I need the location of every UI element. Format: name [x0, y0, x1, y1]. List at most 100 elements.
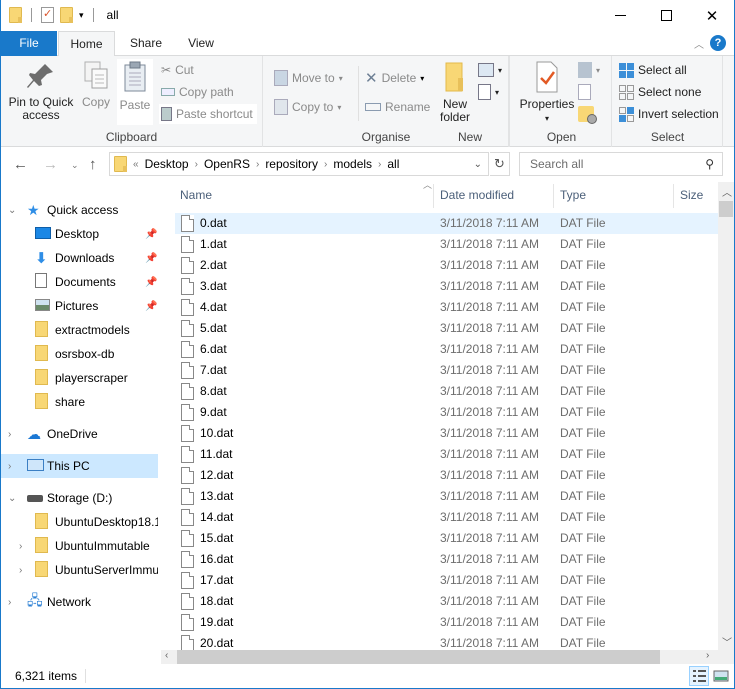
- tab-home[interactable]: Home: [58, 31, 115, 57]
- new-folder-button[interactable]: New folder: [435, 60, 475, 124]
- invert-selection-button[interactable]: Invert selection: [619, 104, 719, 124]
- sidebar-item-this-pc[interactable]: › This PC: [1, 454, 158, 478]
- file-row[interactable]: 17.dat 3/11/2018 7:11 AM DAT File: [175, 570, 718, 591]
- sidebar-item-share[interactable]: share: [1, 390, 158, 414]
- file-row[interactable]: 1.dat 3/11/2018 7:11 AM DAT File: [175, 234, 718, 255]
- chevron-down-icon[interactable]: ⌄: [8, 205, 16, 216]
- tab-file[interactable]: File: [1, 31, 57, 56]
- file-row[interactable]: 18.dat 3/11/2018 7:11 AM DAT File: [175, 591, 718, 612]
- file-row[interactable]: 6.dat 3/11/2018 7:11 AM DAT File: [175, 339, 718, 360]
- breadcrumb-openrs[interactable]: OpenRS: [204, 157, 250, 171]
- select-all-button[interactable]: Select all: [619, 60, 687, 80]
- recent-locations-button[interactable]: ⌄: [71, 160, 79, 171]
- sidebar-item-osrsbox-db[interactable]: osrsbox-db: [1, 342, 158, 366]
- pin-to-quick-access-button[interactable]: Pin to Quick access: [5, 60, 77, 122]
- customize-toolbar-dropdown[interactable]: ▾: [79, 10, 84, 21]
- collapse-ribbon-icon[interactable]: ︿: [694, 36, 704, 51]
- file-row[interactable]: 11.dat 3/11/2018 7:11 AM DAT File: [175, 444, 718, 465]
- horizontal-scroll-thumb[interactable]: [177, 650, 660, 664]
- chevron-right-icon[interactable]: ›: [8, 597, 11, 608]
- address-history-dropdown[interactable]: ⌄: [474, 159, 482, 170]
- sidebar-item-pictures[interactable]: Pictures 📌: [1, 294, 158, 318]
- chevron-right-icon[interactable]: ›: [324, 159, 327, 170]
- minimize-button[interactable]: [597, 0, 643, 31]
- file-row[interactable]: 3.dat 3/11/2018 7:11 AM DAT File: [175, 276, 718, 297]
- column-header-date-modified[interactable]: Date modified: [433, 182, 553, 208]
- cut-button[interactable]: ✂ Cut: [161, 60, 194, 80]
- chevron-right-icon[interactable]: ›: [19, 541, 22, 552]
- sidebar-item-ubuntuimmutable[interactable]: › UbuntuImmutable: [1, 534, 158, 558]
- scroll-right-icon[interactable]: ›: [706, 650, 709, 661]
- file-row[interactable]: 10.dat 3/11/2018 7:11 AM DAT File: [175, 423, 718, 444]
- copy-to-button[interactable]: Copy to ▾: [274, 97, 341, 117]
- column-header-type[interactable]: Type: [553, 182, 673, 208]
- open-button[interactable]: ▾: [578, 60, 600, 80]
- vertical-scrollbar[interactable]: ︿ ﹀: [718, 182, 734, 650]
- file-row[interactable]: 9.dat 3/11/2018 7:11 AM DAT File: [175, 402, 718, 423]
- edit-button[interactable]: [578, 82, 591, 102]
- history-button[interactable]: [578, 104, 597, 124]
- rename-button[interactable]: Rename: [365, 97, 430, 117]
- sidebar-item-downloads[interactable]: ⬇ Downloads 📌: [1, 246, 158, 270]
- delete-button[interactable]: ✕ Delete ▾: [365, 68, 424, 88]
- file-row[interactable]: 4.dat 3/11/2018 7:11 AM DAT File: [175, 297, 718, 318]
- file-row[interactable]: 7.dat 3/11/2018 7:11 AM DAT File: [175, 360, 718, 381]
- tab-view[interactable]: View: [179, 31, 223, 56]
- up-button[interactable]: ↑: [89, 156, 97, 173]
- file-row[interactable]: 13.dat 3/11/2018 7:11 AM DAT File: [175, 486, 718, 507]
- chevron-right-icon[interactable]: ›: [8, 429, 11, 440]
- chevron-right-icon[interactable]: ›: [256, 159, 259, 170]
- file-row[interactable]: 5.dat 3/11/2018 7:11 AM DAT File: [175, 318, 718, 339]
- breadcrumb-all[interactable]: all: [387, 157, 399, 171]
- help-icon[interactable]: ?: [710, 35, 726, 51]
- breadcrumb-repository[interactable]: repository: [265, 157, 318, 171]
- scroll-down-icon[interactable]: ﹀: [722, 634, 732, 649]
- address-bar[interactable]: « Desktop › OpenRS › repository › models…: [109, 152, 489, 176]
- overflow-chevron[interactable]: «: [133, 159, 139, 170]
- vertical-scroll-thumb[interactable]: [719, 201, 733, 217]
- easy-access-button[interactable]: ▾: [478, 82, 499, 102]
- file-row[interactable]: 2.dat 3/11/2018 7:11 AM DAT File: [175, 255, 718, 276]
- sidebar-item-desktop[interactable]: Desktop 📌: [1, 222, 158, 246]
- new-item-button[interactable]: ▾: [478, 60, 502, 80]
- column-header-size[interactable]: Size: [673, 182, 718, 208]
- file-row[interactable]: 8.dat 3/11/2018 7:11 AM DAT File: [175, 381, 718, 402]
- properties-icon[interactable]: [41, 7, 54, 23]
- sidebar-item-extractmodels[interactable]: extractmodels: [1, 318, 158, 342]
- file-row[interactable]: 19.dat 3/11/2018 7:11 AM DAT File: [175, 612, 718, 633]
- close-button[interactable]: ✕: [689, 0, 735, 31]
- select-none-button[interactable]: Select none: [619, 82, 701, 102]
- file-row[interactable]: 0.dat 3/11/2018 7:11 AM DAT File: [175, 213, 718, 234]
- back-button[interactable]: ←: [13, 156, 28, 173]
- file-row[interactable]: 12.dat 3/11/2018 7:11 AM DAT File: [175, 465, 718, 486]
- file-row[interactable]: 16.dat 3/11/2018 7:11 AM DAT File: [175, 549, 718, 570]
- chevron-right-icon[interactable]: ›: [378, 159, 381, 170]
- sidebar-item-ubuntuserverimmu[interactable]: › UbuntuServerImmu: [1, 558, 158, 582]
- sidebar-item-quick-access[interactable]: ⌄ ★ Quick access: [1, 198, 158, 222]
- properties-button[interactable]: Properties ▾: [516, 60, 578, 125]
- chevron-right-icon[interactable]: ›: [195, 159, 198, 170]
- details-view-button[interactable]: [689, 666, 709, 686]
- forward-button[interactable]: →: [43, 156, 58, 173]
- file-row[interactable]: 15.dat 3/11/2018 7:11 AM DAT File: [175, 528, 718, 549]
- copy-button[interactable]: Copy: [78, 60, 114, 109]
- copy-path-button[interactable]: Copy path: [161, 82, 234, 102]
- sidebar-item-ubuntudesktop18-1[interactable]: UbuntuDesktop18.1: [1, 510, 158, 534]
- horizontal-scrollbar[interactable]: ‹ ›: [161, 650, 718, 664]
- sidebar-item-onedrive[interactable]: › ☁ OneDrive: [1, 422, 158, 446]
- scroll-up-icon[interactable]: ︿: [722, 184, 732, 199]
- chevron-right-icon[interactable]: ›: [19, 565, 22, 576]
- tab-share[interactable]: Share: [123, 31, 169, 56]
- paste-shortcut-button[interactable]: Paste shortcut: [159, 104, 257, 124]
- chevron-down-icon[interactable]: ⌄: [8, 493, 16, 504]
- new-folder-icon[interactable]: [60, 7, 73, 23]
- column-header-name[interactable]: Name: [173, 182, 433, 208]
- refresh-button[interactable]: ↻: [490, 152, 510, 176]
- move-to-button[interactable]: Move to ▾: [274, 68, 343, 88]
- sidebar-item-playerscraper[interactable]: playerscraper: [1, 366, 158, 390]
- sidebar-item-storage-d[interactable]: ⌄ Storage (D:): [1, 486, 158, 510]
- maximize-button[interactable]: [643, 0, 689, 31]
- breadcrumb-desktop[interactable]: Desktop: [145, 157, 189, 171]
- chevron-right-icon[interactable]: ›: [8, 461, 11, 472]
- large-icons-view-button[interactable]: [711, 666, 731, 686]
